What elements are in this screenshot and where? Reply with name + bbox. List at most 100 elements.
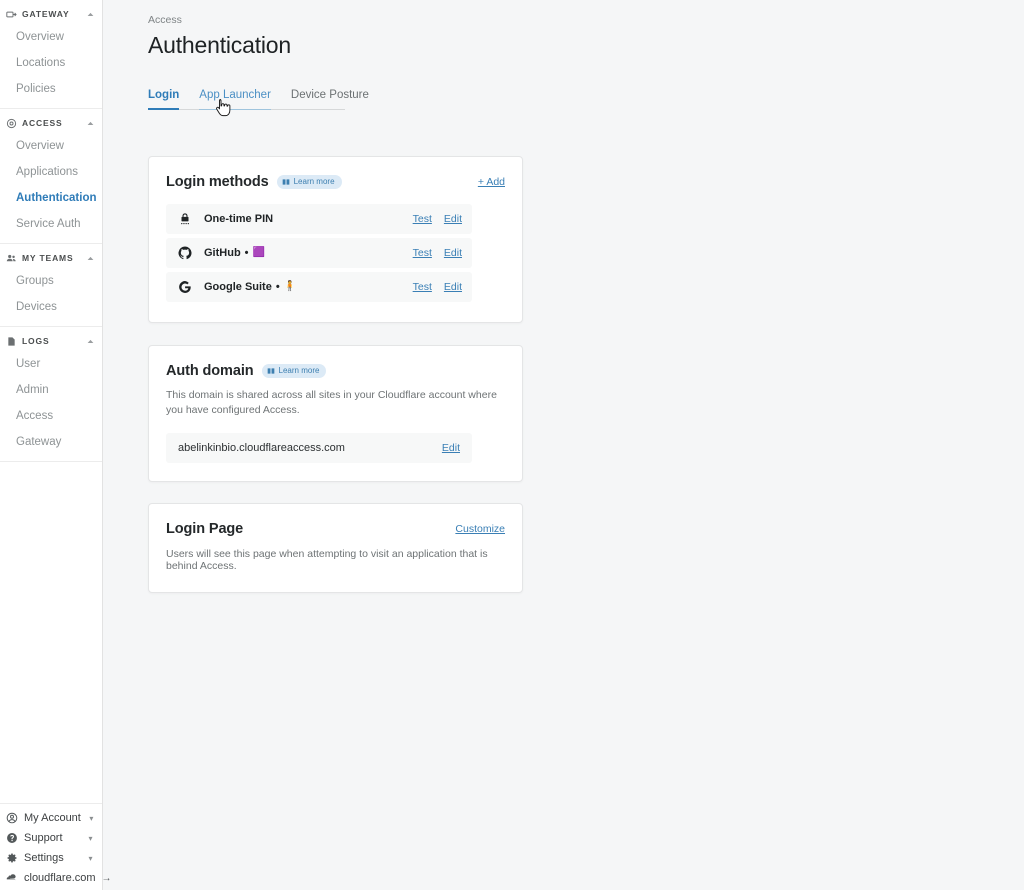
logs-icon [6, 336, 17, 347]
login-method-separator: • [276, 281, 280, 293]
sidebar-item-logs-admin[interactable]: Admin [0, 377, 102, 403]
auth-domain-header-left: Auth domain Learn more [166, 363, 326, 379]
sidebar-my-account-label: My Account [24, 812, 81, 824]
sidebar-section-header-access[interactable]: ACCESS [0, 113, 102, 133]
gateway-icon [6, 9, 17, 20]
sidebar-cloudflare-com-label: cloudflare.com [24, 872, 96, 884]
login-page-title: Login Page [166, 521, 243, 537]
edit-auth-domain-button[interactable]: Edit [442, 442, 460, 454]
test-login-method-button[interactable]: Test [413, 281, 432, 293]
login-methods-title: Login methods [166, 174, 269, 190]
sidebar-item-logs-access[interactable]: Access [0, 403, 102, 429]
auth-domain-description: This domain is shared across all sites i… [166, 388, 504, 418]
sidebar-section-title: LOGS [22, 336, 81, 346]
sidebar-cloudflare-com[interactable]: cloudflare.com → [0, 868, 102, 888]
gear-icon [6, 852, 18, 864]
login-method-row-google-suite[interactable]: Google Suite • 🧍 Test Edit [166, 272, 472, 302]
sidebar-section-header-my-teams[interactable]: MY TEAMS [0, 248, 102, 268]
login-method-actions: Test Edit [413, 247, 462, 259]
learn-more-badge[interactable]: Learn more [277, 175, 342, 189]
login-method-name: One-time PIN [204, 213, 413, 225]
sidebar-section-gateway: GATEWAY Overview Locations Policies [0, 4, 102, 109]
sidebar-section-header-logs[interactable]: LOGS [0, 331, 102, 351]
sidebar-item-gateway-policies[interactable]: Policies [0, 76, 102, 102]
sidebar: GATEWAY Overview Locations Policies [0, 0, 103, 890]
add-login-method-button[interactable]: + Add [478, 176, 505, 188]
app-root: GATEWAY Overview Locations Policies [0, 0, 1024, 890]
test-login-method-button[interactable]: Test [413, 247, 432, 259]
sidebar-item-devices[interactable]: Devices [0, 294, 102, 320]
sidebar-settings[interactable]: Settings ▾ [0, 848, 102, 868]
chevron-up-icon[interactable] [86, 254, 95, 263]
login-method-actions: Test Edit [413, 213, 462, 225]
book-icon [267, 367, 275, 375]
sidebar-section-title: GATEWAY [22, 9, 81, 19]
sidebar-my-account[interactable]: My Account ▾ [0, 808, 102, 828]
test-login-method-button[interactable]: Test [413, 213, 432, 225]
sidebar-item-service-auth[interactable]: Service Auth [0, 211, 102, 237]
chevron-up-icon[interactable] [86, 119, 95, 128]
pin-lock-icon [177, 211, 193, 227]
chevron-down-icon[interactable]: ▾ [87, 814, 96, 823]
login-method-emoji: 🧍 [284, 282, 296, 292]
sidebar-section-title: MY TEAMS [22, 253, 81, 263]
login-method-separator: • [245, 247, 249, 259]
sidebar-section-my-teams: MY TEAMS Groups Devices [0, 248, 102, 327]
login-method-row-one-time-pin[interactable]: One-time PIN Test Edit [166, 204, 472, 234]
login-methods-list: One-time PIN Test Edit GitHub [166, 204, 505, 302]
sidebar-item-gateway-locations[interactable]: Locations [0, 50, 102, 76]
customize-login-page-button[interactable]: Customize [455, 523, 505, 535]
sidebar-section-logs: LOGS User Admin Access Gateway [0, 331, 102, 462]
auth-domain-title: Auth domain [166, 363, 254, 379]
sidebar-settings-label: Settings [24, 852, 80, 864]
sidebar-section-header-gateway[interactable]: GATEWAY [0, 4, 102, 24]
github-icon [177, 245, 193, 261]
book-icon [282, 178, 290, 186]
sidebar-support-label: Support [24, 832, 80, 844]
login-method-name: Google Suite • 🧍 [204, 281, 413, 293]
chevron-down-icon[interactable]: ▾ [86, 834, 95, 843]
sidebar-item-gateway-overview[interactable]: Overview [0, 24, 102, 50]
edit-login-method-button[interactable]: Edit [444, 247, 462, 259]
login-page-header: Login Page Customize [166, 521, 505, 537]
login-method-actions: Test Edit [413, 281, 462, 293]
login-method-row-github[interactable]: GitHub • 🟪 Test Edit [166, 238, 472, 268]
breadcrumb: Access [148, 14, 1024, 26]
edit-login-method-button[interactable]: Edit [444, 281, 462, 293]
login-method-label: GitHub [204, 247, 241, 259]
login-method-label: One-time PIN [204, 213, 273, 225]
sidebar-item-authentication[interactable]: Authentication [0, 185, 102, 211]
user-circle-icon [6, 812, 18, 824]
sidebar-item-applications[interactable]: Applications [0, 159, 102, 185]
main-content: Access Authentication Login App Launcher… [103, 0, 1024, 890]
sidebar-item-logs-gateway[interactable]: Gateway [0, 429, 102, 455]
auth-domain-value-row: abelinkinbio.cloudflareaccess.com Edit [166, 433, 472, 463]
sidebar-section-title: ACCESS [22, 118, 81, 128]
teams-icon [6, 253, 17, 264]
login-method-emoji: 🟪 [253, 248, 265, 258]
auth-domain-value: abelinkinbio.cloudflareaccess.com [178, 442, 442, 454]
tab-device-posture[interactable]: Device Posture [291, 89, 369, 109]
sidebar-item-access-overview[interactable]: Overview [0, 133, 102, 159]
sidebar-item-logs-user[interactable]: User [0, 351, 102, 377]
tab-app-launcher[interactable]: App Launcher [199, 89, 271, 109]
auth-domain-header: Auth domain Learn more [166, 363, 505, 379]
learn-more-label: Learn more [294, 177, 335, 187]
page-title: Authentication [148, 30, 1024, 60]
learn-more-badge[interactable]: Learn more [262, 364, 327, 378]
login-method-name: GitHub • 🟪 [204, 247, 413, 259]
edit-login-method-button[interactable]: Edit [444, 213, 462, 225]
question-circle-icon [6, 832, 18, 844]
login-method-label: Google Suite [204, 281, 272, 293]
tab-bar: Login App Launcher Device Posture [148, 89, 345, 110]
chevron-down-icon[interactable]: ▾ [86, 854, 95, 863]
sidebar-item-groups[interactable]: Groups [0, 268, 102, 294]
login-methods-card: Login methods Learn more + Add [148, 156, 523, 323]
auth-domain-card: Auth domain Learn more This domain is sh… [148, 345, 523, 482]
chevron-up-icon[interactable] [86, 337, 95, 346]
sidebar-scroll-area: GATEWAY Overview Locations Policies [0, 0, 102, 803]
chevron-up-icon[interactable] [86, 10, 95, 19]
tab-login[interactable]: Login [148, 89, 179, 109]
login-methods-header-left: Login methods Learn more [166, 174, 342, 190]
sidebar-support[interactable]: Support ▾ [0, 828, 102, 848]
